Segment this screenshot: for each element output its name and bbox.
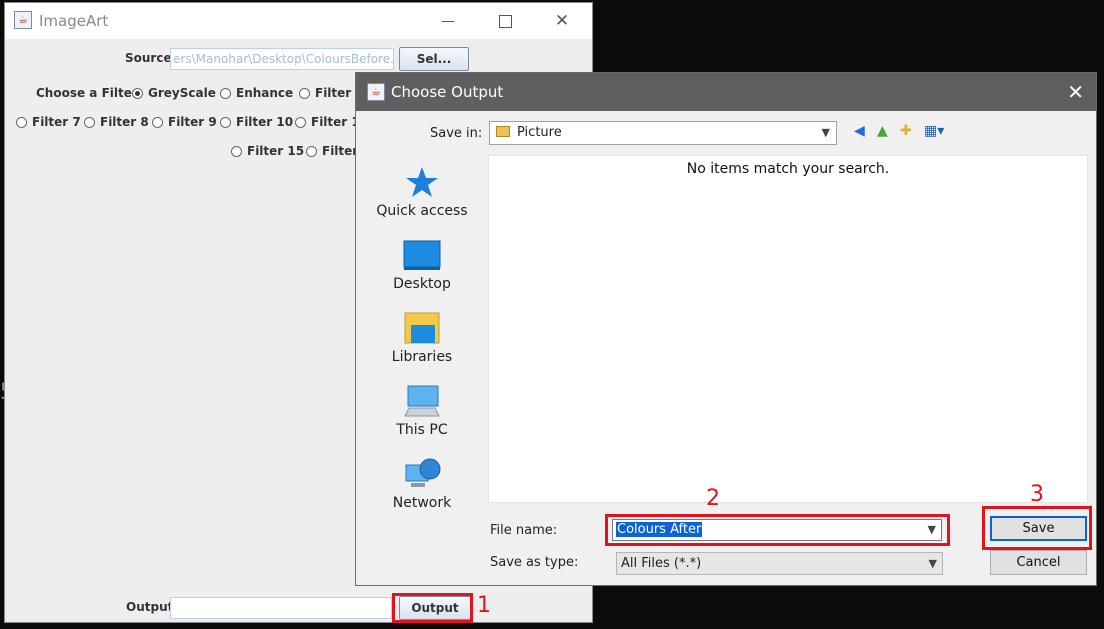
step3-highlight-box: [982, 506, 1092, 550]
imageart-titlebar: ☕ ImageArt ✕: [5, 3, 592, 39]
place-quick-access[interactable]: Quick access: [366, 165, 478, 219]
step1-number: 1: [477, 593, 491, 618]
dialog-titlebar: ☕ Choose Output ✕: [356, 73, 1096, 111]
radio-filter-15[interactable]: Filter 15: [231, 144, 304, 158]
chevron-down-icon: ▼: [928, 557, 937, 570]
place-this-pc[interactable]: This PC: [366, 384, 478, 438]
computer-icon: [404, 385, 440, 417]
radio-filter-10[interactable]: Filter 10: [220, 115, 293, 129]
place-libraries[interactable]: Libraries: [366, 311, 478, 365]
save-in-label: Save in:: [430, 126, 483, 141]
radio-dot: [299, 88, 310, 99]
save-as-type-combo[interactable]: All Files (*.*) ▼: [616, 552, 943, 575]
back-icon[interactable]: ◀: [854, 123, 865, 139]
maximize-icon: [498, 15, 512, 28]
minimize-icon: [442, 21, 454, 22]
radio-greyscale[interactable]: GreyScale: [132, 86, 216, 100]
up-folder-icon[interactable]: ▲: [877, 123, 888, 139]
places-bar: Quick access Desktop Libraries This PC N…: [366, 155, 478, 515]
chevron-down-icon: ▼: [821, 126, 830, 139]
radio-filter-7[interactable]: Filter 7: [16, 115, 81, 129]
file-list[interactable]: No items match your search.: [488, 155, 1088, 503]
step1-highlight-box: [392, 593, 473, 623]
folder-icon: [496, 126, 510, 137]
place-desktop[interactable]: Desktop: [366, 238, 478, 292]
step2-highlight-box: [605, 514, 950, 546]
radio-filter-9[interactable]: Filter 9: [152, 115, 217, 129]
step2-number: 2: [706, 486, 720, 511]
output-field[interactable]: [170, 597, 392, 619]
radio-dot: [16, 117, 27, 128]
dialog-close-button[interactable]: ✕: [1067, 80, 1084, 104]
radio-dot: [295, 117, 306, 128]
view-menu-icon[interactable]: ▦▾: [924, 123, 944, 139]
star-icon: [406, 167, 438, 197]
radio-filter-8[interactable]: Filter 8: [84, 115, 149, 129]
libraries-icon: [404, 312, 440, 344]
radio-dot: [84, 117, 95, 128]
choose-filter-label: Choose a Filter: [36, 86, 138, 100]
step3-number: 3: [1030, 482, 1044, 507]
radio-dot: [220, 117, 231, 128]
radio-dot: [152, 117, 163, 128]
output-label: Output: [126, 600, 174, 614]
file-name-label: File name:: [490, 523, 558, 538]
close-button[interactable]: ✕: [539, 3, 585, 39]
dialog-title: Choose Output: [391, 83, 504, 101]
desktop-icon: [403, 240, 441, 270]
empty-message: No items match your search.: [686, 161, 890, 177]
cancel-button[interactable]: Cancel: [990, 550, 1087, 575]
save-as-type-label: Save as type:: [490, 555, 579, 570]
minimize-button[interactable]: [425, 3, 471, 39]
java-app-icon: ☕: [367, 83, 385, 101]
java-app-icon: ☕: [14, 11, 32, 29]
network-icon: [405, 458, 441, 487]
radio-dot: [220, 88, 231, 99]
maximize-button[interactable]: [482, 3, 528, 39]
radio-dot: [306, 146, 317, 157]
source-label: Source: [125, 51, 172, 65]
new-folder-icon[interactable]: ✚: [900, 123, 912, 139]
select-source-button[interactable]: Sel...: [399, 47, 469, 71]
radio-enhance[interactable]: Enhance: [220, 86, 293, 100]
save-in-combo[interactable]: Picture ▼: [489, 121, 837, 145]
window-title: ImageArt: [39, 12, 109, 30]
radio-filter-partial[interactable]: Filter: [306, 144, 358, 158]
place-network[interactable]: Network: [366, 457, 478, 511]
radio-dot-selected: [132, 88, 143, 99]
radio-dot: [231, 146, 242, 157]
source-field[interactable]: ers\Manohar\Desktop\ColoursBefore.jpg: [170, 48, 394, 70]
